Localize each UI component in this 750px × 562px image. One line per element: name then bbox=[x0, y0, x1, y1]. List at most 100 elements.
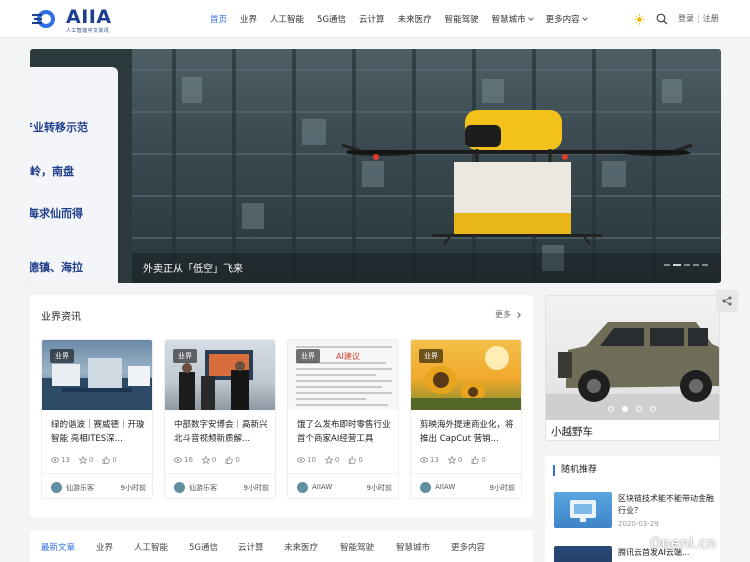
like-count[interactable]: 0 bbox=[102, 456, 117, 464]
thumbs-up-icon bbox=[472, 456, 480, 464]
top-header: AIIA 人工智能中文资讯 首页 业界 人工智能 5G通信 云计算 未来医疗 智… bbox=[0, 0, 750, 38]
nav-driving[interactable]: 智能驾驶 bbox=[445, 13, 479, 25]
news-title[interactable]: 饿了么发布即时零售行业首个商家AI经营工具 bbox=[297, 418, 393, 446]
news-footer: 仙游乐客 9小时前 bbox=[42, 473, 152, 498]
carousel-dot[interactable] bbox=[636, 406, 642, 412]
tab-ai[interactable]: 人工智能 bbox=[134, 541, 168, 553]
list-item[interactable]: 区块链技术能不能带动金融行业？ 2020-03-29 bbox=[554, 492, 714, 530]
tab-5g[interactable]: 5G通信 bbox=[189, 541, 218, 553]
nav-more[interactable]: 更多内容 bbox=[546, 13, 588, 25]
tab-latest[interactable]: 最新文章 bbox=[41, 541, 75, 553]
register-link[interactable]: 注册 bbox=[703, 14, 719, 23]
like-count[interactable]: 0 bbox=[225, 456, 240, 464]
avatar[interactable] bbox=[420, 482, 431, 493]
recommend-thumbnail[interactable] bbox=[554, 546, 612, 562]
avatar[interactable] bbox=[297, 482, 308, 493]
thumbs-up-icon bbox=[349, 456, 357, 464]
like-count[interactable]: 0 bbox=[471, 456, 486, 464]
tab-driving[interactable]: 智能驾驶 bbox=[340, 541, 374, 553]
login-link[interactable]: 登录 bbox=[678, 14, 694, 23]
news-card[interactable]: AI建议 业界 饿了么发布即时零售行业首个商家AI经营工具 10 0 0 AII… bbox=[287, 339, 399, 499]
favorite-count[interactable]: 0 bbox=[447, 456, 462, 464]
avatar[interactable] bbox=[51, 482, 62, 493]
view-count: 10 bbox=[297, 456, 316, 464]
slider-dot[interactable] bbox=[693, 264, 699, 266]
carousel-pagination bbox=[608, 406, 664, 412]
nav-industry[interactable]: 业界 bbox=[240, 13, 257, 25]
star-icon bbox=[447, 456, 456, 464]
nav-smart-city[interactable]: 智慧城市 bbox=[492, 13, 534, 25]
nav-ai[interactable]: 人工智能 bbox=[270, 13, 304, 25]
thumbs-up-icon bbox=[103, 456, 111, 464]
news-thumbnail[interactable]: AI建议 业界 bbox=[288, 340, 398, 410]
sidebar-carousel[interactable]: 小越野车 bbox=[545, 295, 720, 441]
hero-slider[interactable]: 产业转移示范 岭，南盘 每求仙而得 德镇、海拉 bbox=[30, 49, 721, 283]
recommend-title[interactable]: 区块链技术能不能带动金融行业？ bbox=[618, 493, 714, 517]
section-title: 业界资讯 bbox=[41, 312, 81, 323]
favorite-count[interactable]: 0 bbox=[201, 456, 216, 464]
theme-toggle-icon[interactable] bbox=[634, 14, 645, 25]
news-card[interactable]: 业界 剪映海外提速商业化，将推出 CapCut 营销... 13 0 0 AII… bbox=[410, 339, 522, 499]
eye-icon bbox=[420, 457, 428, 463]
star-icon bbox=[324, 456, 333, 464]
thumbs-up-icon bbox=[226, 456, 234, 464]
recommend-thumbnail[interactable] bbox=[554, 492, 612, 528]
industry-news-panel: 业界资讯 更多 业界 绿的谐波｜赛威德｜开璇智能 亮相ITES深... 13 0… bbox=[30, 295, 533, 517]
slider-dot[interactable] bbox=[684, 264, 690, 266]
nav-5g[interactable]: 5G通信 bbox=[317, 13, 346, 25]
carousel-dot-active[interactable] bbox=[622, 406, 628, 412]
news-thumbnail[interactable]: 业界 bbox=[411, 340, 521, 410]
author-name[interactable]: 仙游乐客 bbox=[189, 483, 217, 493]
favorite-count[interactable]: 0 bbox=[324, 456, 339, 464]
news-card[interactable]: 业界 中部数字安博会｜高新兴北斗音视频新质解... 16 0 0 仙游乐客 9小… bbox=[164, 339, 276, 499]
slider-dot[interactable] bbox=[664, 264, 670, 266]
news-title[interactable]: 剪映海外提速商业化，将推出 CapCut 营销... bbox=[420, 418, 516, 446]
nav-cloud[interactable]: 云计算 bbox=[359, 13, 385, 25]
author-name[interactable]: AIIAW bbox=[312, 483, 332, 491]
slide-caption[interactable]: 外卖正从「低空」飞来 bbox=[143, 260, 243, 275]
nav-medical[interactable]: 未来医疗 bbox=[398, 13, 432, 25]
slider-dot-active[interactable] bbox=[673, 264, 681, 266]
slider-dot[interactable] bbox=[702, 264, 708, 266]
category-tag: 业界 bbox=[50, 349, 74, 363]
tab-industry[interactable]: 业界 bbox=[96, 541, 113, 553]
avatar[interactable] bbox=[174, 482, 185, 493]
author-name[interactable]: AIIAW bbox=[435, 483, 455, 491]
favorite-count[interactable]: 0 bbox=[78, 456, 93, 464]
nav-home[interactable]: 首页 bbox=[210, 13, 227, 25]
previous-slide-peek[interactable]: 产业转移示范 岭，南盘 每求仙而得 德镇、海拉 bbox=[30, 67, 118, 283]
carousel-dot[interactable] bbox=[608, 406, 614, 412]
share-icon bbox=[722, 296, 732, 306]
news-title[interactable]: 绿的谐波｜赛威德｜开璇智能 亮相ITES深... bbox=[51, 418, 147, 446]
star-icon bbox=[78, 456, 87, 464]
share-button[interactable] bbox=[716, 290, 738, 312]
tab-cloud[interactable]: 云计算 bbox=[238, 541, 264, 553]
search-icon[interactable] bbox=[656, 13, 668, 25]
news-stats: 16 0 0 bbox=[174, 456, 249, 464]
category-tag: 业界 bbox=[419, 349, 443, 363]
main-nav: 首页 业界 人工智能 5G通信 云计算 未来医疗 智能驾驶 智慧城市 更多内容 bbox=[210, 0, 600, 38]
tab-smart-city[interactable]: 智慧城市 bbox=[396, 541, 430, 553]
news-footer: AIIAW 9小时前 bbox=[411, 473, 521, 498]
news-title[interactable]: 中部数字安博会｜高新兴北斗音视频新质解... bbox=[174, 418, 270, 446]
tab-medical[interactable]: 未来医疗 bbox=[284, 541, 318, 553]
news-thumbnail[interactable]: 业界 bbox=[42, 340, 152, 410]
logo-icon bbox=[32, 10, 55, 28]
carousel-image[interactable] bbox=[546, 296, 719, 420]
view-count: 13 bbox=[51, 456, 70, 464]
news-card[interactable]: 业界 绿的谐波｜赛威德｜开璇智能 亮相ITES深... 13 0 0 仙游乐客 … bbox=[41, 339, 153, 499]
author-name[interactable]: 仙游乐客 bbox=[66, 483, 94, 493]
offroad-car-image bbox=[546, 322, 719, 420]
news-stats: 10 0 0 bbox=[297, 456, 372, 464]
news-thumbnail[interactable]: 业界 bbox=[165, 340, 275, 410]
peek-line-1: 产业转移示范 bbox=[30, 121, 88, 134]
like-count[interactable]: 0 bbox=[348, 456, 363, 464]
more-link[interactable]: 更多 bbox=[495, 309, 521, 320]
tab-more[interactable]: 更多内容 bbox=[451, 541, 485, 553]
site-logo[interactable]: AIIA 人工智能中文资讯 bbox=[32, 6, 118, 34]
blockchain-image bbox=[570, 500, 596, 522]
carousel-caption[interactable]: 小越野车 bbox=[551, 424, 593, 439]
post-time: 9小时前 bbox=[366, 484, 392, 492]
carousel-dot[interactable] bbox=[650, 406, 656, 412]
slide-image-drone[interactable] bbox=[132, 49, 721, 283]
